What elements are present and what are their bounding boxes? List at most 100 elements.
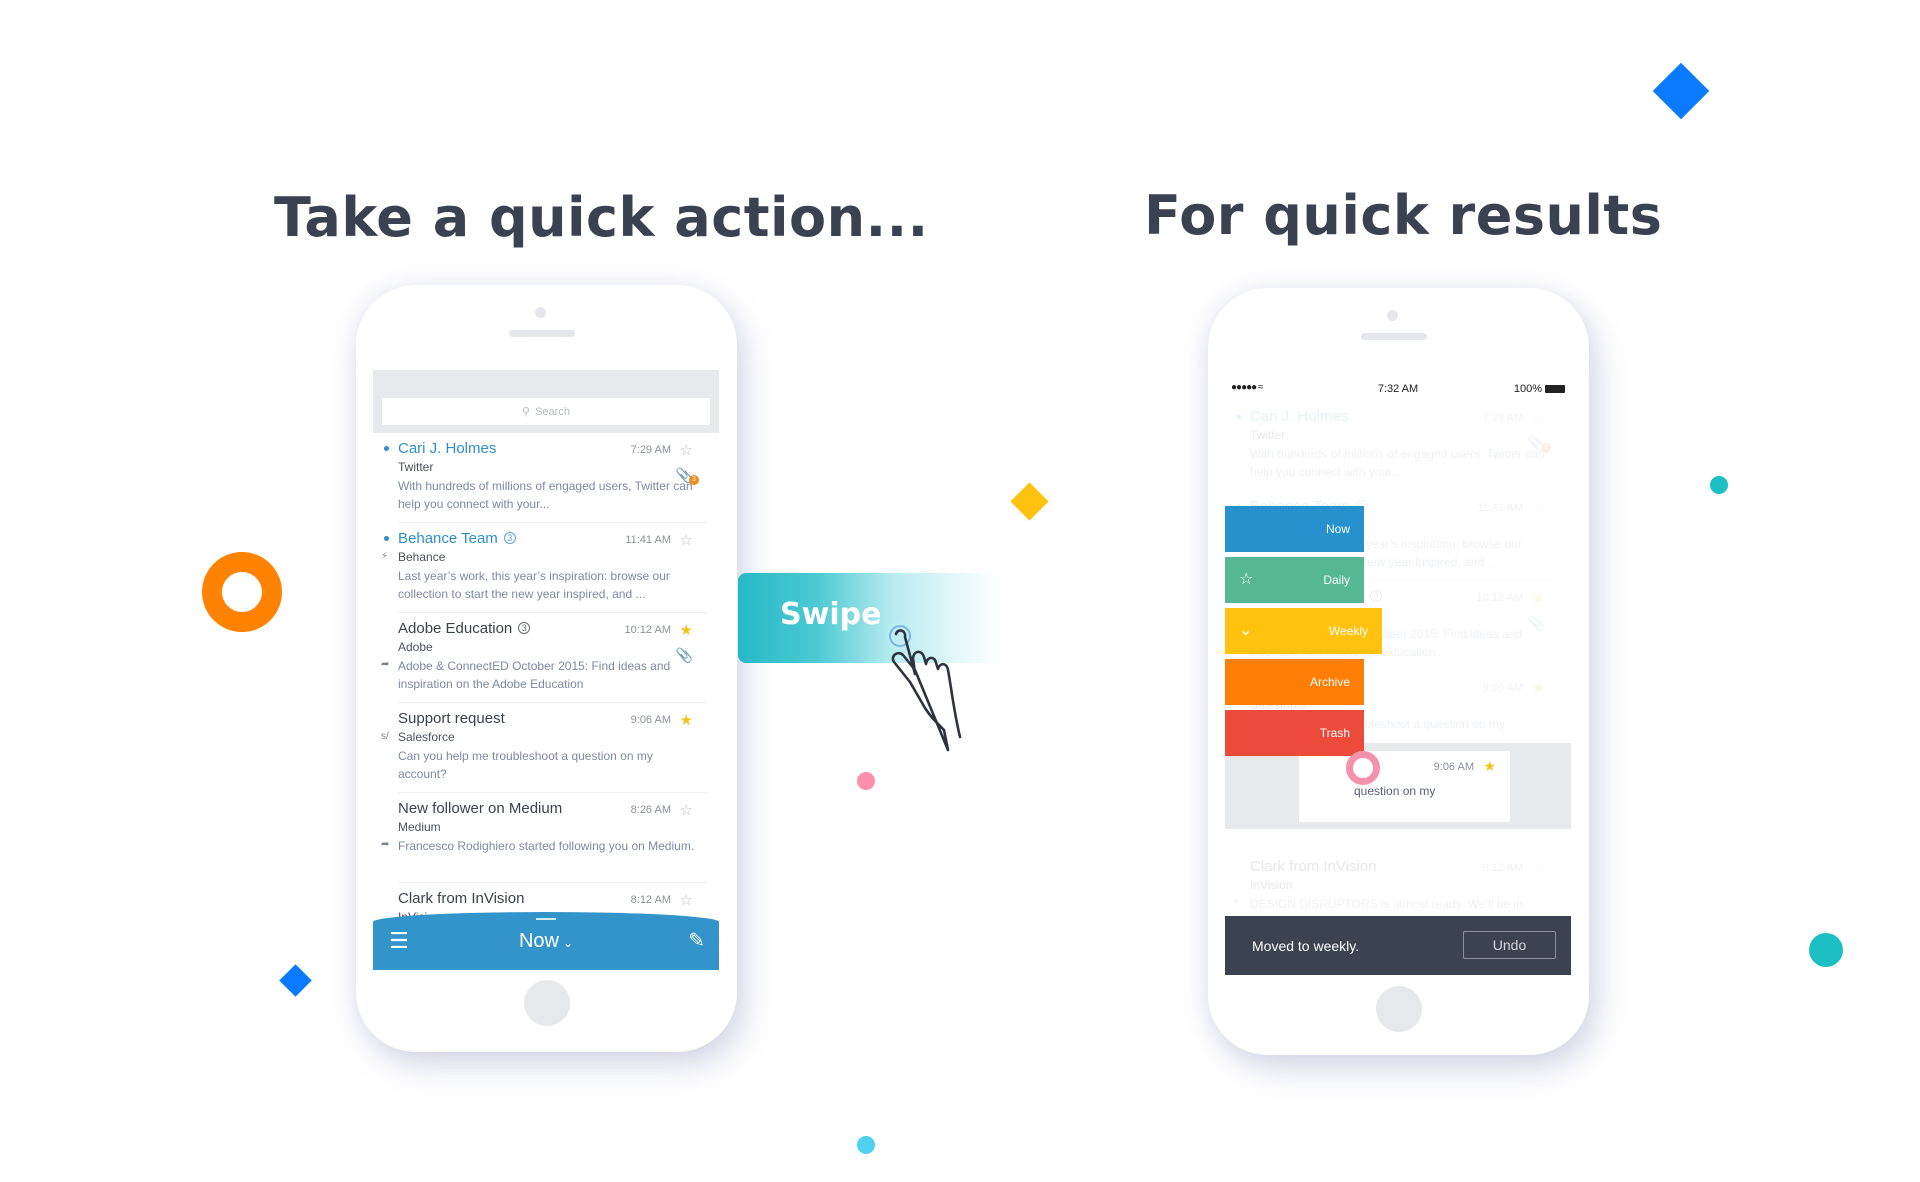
phone-mockup-right: ●●●●● ≈ 7:32 AM 100% Cari J. Holmes 7:29 …: [1208, 288, 1589, 1055]
home-button[interactable]: [1376, 986, 1422, 1032]
mail-source: Behance: [398, 550, 446, 564]
thread-count-badge: 3: [518, 622, 531, 634]
mail-time: 8:12 AM: [1482, 862, 1523, 874]
blue-diamond-small-decor: [279, 964, 312, 997]
phone-mockup-left: ⚲ Search Cari J. Holmes 7:29 AM ☆ Twitter Wi…: [356, 285, 737, 1052]
compose-icon[interactable]: ✎: [688, 928, 705, 953]
action-label: Weekly: [1328, 624, 1368, 638]
action-weekly[interactable]: ⌄ Weekly: [1225, 608, 1382, 654]
mail-preview: question on my: [1354, 784, 1436, 798]
action-now[interactable]: Now: [1225, 506, 1364, 552]
thread-count-badge: 3: [1370, 590, 1383, 602]
mail-preview: Francesco Rodighiero started following y…: [398, 839, 695, 853]
light-blue-dot-decor: [857, 1136, 875, 1154]
chevron-down-icon: ⌄: [562, 936, 574, 950]
mail-time: 10:12 AM: [1476, 592, 1523, 604]
touch-indicator-icon: [1346, 751, 1380, 785]
action-label: Now: [1325, 522, 1350, 536]
mail-preview: Last year’s work, this year’s inspiratio…: [398, 569, 670, 601]
mail-list-item[interactable]: Cari J. Holmes 7:29 AM ☆ Twitter With hundre…: [1236, 401, 1559, 491]
speaker: [1361, 333, 1427, 340]
star-icon[interactable]: ★: [680, 621, 693, 639]
bolt-icon: ⚡: [1233, 897, 1241, 908]
mail-time: 11:41 AM: [625, 534, 671, 546]
mail-list: Cari J. Holmes 7:29 AM ☆ Twitter With hundre…: [373, 433, 719, 970]
mail-list-item[interactable]: Cari J. Holmes 7:29 AM ☆ Twitter With hundre…: [384, 433, 707, 523]
mail-list-item[interactable]: Behance Team3 11:41 AM ☆ Behance Last year’s…: [381, 523, 707, 613]
folder-selector[interactable]: Now ⌄: [373, 930, 719, 953]
grabber-handle[interactable]: [536, 918, 556, 920]
star-icon[interactable]: ☆: [1532, 499, 1545, 517]
undo-button[interactable]: Undo: [1463, 931, 1556, 959]
unread-dot-icon: [1236, 414, 1241, 419]
star-icon[interactable]: ★: [680, 711, 693, 729]
star-icon[interactable]: ☆: [680, 441, 693, 459]
teal-dot-large-decor: [1809, 933, 1843, 967]
mail-sender: Support request: [398, 710, 505, 727]
mail-sender: Clark from InVision: [1250, 858, 1377, 875]
heading-quick-results: For quick results: [1144, 184, 1663, 247]
mail-source: Salesforce: [398, 730, 455, 744]
star-icon[interactable]: ★: [1532, 589, 1545, 607]
attachment-count-badge: 3: [1541, 443, 1551, 453]
star-icon[interactable]: ☆: [680, 801, 693, 819]
swipe-label: Swipe: [780, 597, 882, 632]
action-daily[interactable]: ☆ Daily: [1225, 557, 1364, 603]
mail-sender: Behance Team3: [398, 530, 516, 547]
mail-sender: New follower on Medium: [398, 800, 563, 817]
attachment-icon: 📎: [675, 647, 693, 663]
unread-dot-icon: [384, 536, 389, 541]
star-icon[interactable]: ☆: [1532, 409, 1545, 427]
home-button[interactable]: [524, 980, 570, 1026]
action-label: Trash: [1319, 726, 1350, 740]
heading-take-action: Take a quick action...: [274, 186, 929, 249]
mail-sender: Clark from InVision: [398, 890, 525, 907]
pink-dot-decor: [857, 772, 875, 790]
camera: [535, 307, 546, 318]
star-icon[interactable]: ★: [1483, 758, 1496, 775]
attachment-icon: 📎: [1527, 615, 1545, 631]
star-icon[interactable]: ☆: [680, 891, 693, 909]
camera: [1387, 310, 1398, 321]
mail-time: 8:12 AM: [630, 894, 671, 906]
mail-preview: With hundreds of millions of engaged use…: [1250, 447, 1545, 479]
mail-list-item[interactable]: Adobe Education3 10:12 AM ★ Adobe Adobe & Co…: [381, 613, 707, 703]
search-icon: ⚲: [522, 406, 531, 418]
mail-preview: With hundreds of millions of engaged use…: [398, 479, 693, 511]
action-label: Daily: [1323, 573, 1350, 587]
star-icon: ☆: [1239, 571, 1254, 588]
mail-time: 9:06 AM: [1482, 682, 1523, 694]
speaker: [509, 330, 575, 337]
status-bar: ●●●●● ≈ 7:32 AM 100%: [1225, 373, 1571, 403]
mail-list-item[interactable]: New follower on Medium 8:26 AM ☆ Medium Fran…: [381, 793, 707, 883]
mail-sender: Cari J. Holmes: [1250, 408, 1349, 425]
star-icon[interactable]: ☆: [680, 531, 693, 549]
mail-source: InVision: [1250, 878, 1293, 892]
search-input[interactable]: ⚲ Search: [382, 398, 710, 425]
action-trash[interactable]: Trash: [1225, 710, 1364, 756]
mail-time: 9:06 AM: [630, 714, 671, 726]
search-area: ⚲ Search: [373, 370, 719, 433]
action-archive[interactable]: Archive: [1225, 659, 1364, 705]
swiped-mail-card[interactable]: 9:06 AM ★ question on my: [1299, 751, 1510, 822]
teal-dot-decor: [1710, 476, 1728, 494]
unread-dot-icon: [384, 446, 389, 451]
star-icon[interactable]: ☆: [1532, 859, 1545, 877]
bottom-navbar: ☰ Now ⌄ ✎: [373, 912, 719, 970]
folder-title: Now: [518, 930, 559, 952]
mail-source: Twitter: [398, 460, 434, 474]
bolt-reply-icon: ⚡: [381, 551, 389, 562]
thread-count-badge: 3: [503, 532, 516, 544]
phone-screen-left: ⚲ Search Cari J. Holmes 7:29 AM ☆ Twitter Wi…: [373, 370, 719, 970]
action-label: Archive: [1309, 675, 1350, 689]
mail-source: Adobe: [398, 640, 433, 654]
mail-time: 7:29 AM: [1482, 412, 1523, 424]
star-icon[interactable]: ★: [1532, 679, 1545, 697]
mail-preview: Can you help me troubleshoot a question …: [398, 749, 653, 781]
snackbar: Moved to weekly. Undo: [1225, 916, 1571, 975]
mail-preview: Adobe & ConnectED October 2015: Find ide…: [398, 659, 671, 691]
mail-source: Twitter: [1250, 428, 1286, 442]
attachment-count-badge: 3: [689, 475, 699, 485]
mail-list-item[interactable]: Support request 9:06 AM ★ Salesforce Can you…: [381, 703, 707, 793]
yellow-diamond-decor: [1010, 482, 1049, 521]
